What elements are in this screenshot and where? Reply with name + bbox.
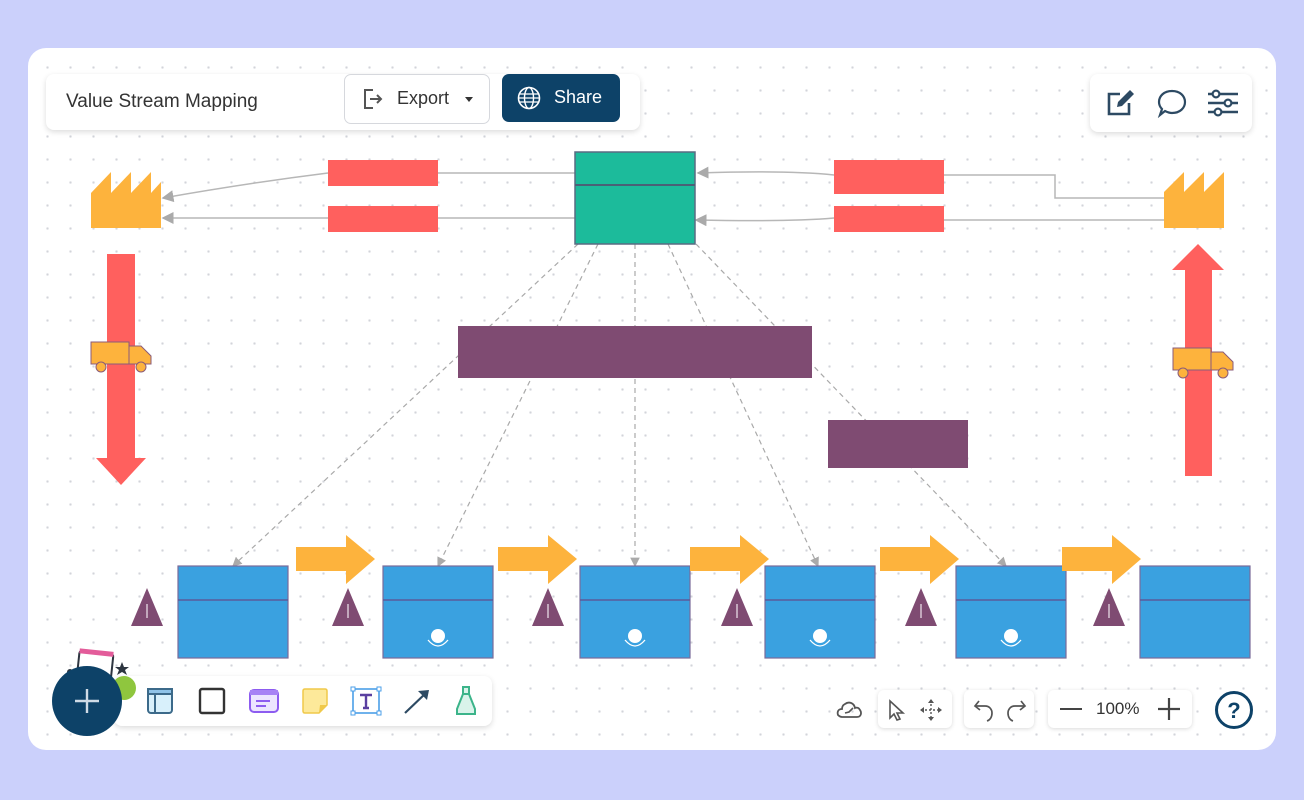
value-stream-diagram xyxy=(90,151,1251,659)
select-pan-group xyxy=(878,690,952,728)
settings-sliders-icon[interactable] xyxy=(1206,88,1240,123)
cloud-sync-icon[interactable] xyxy=(834,697,864,726)
process-box xyxy=(764,565,876,659)
zoom-level[interactable]: 100% xyxy=(1096,699,1139,719)
process-box xyxy=(955,565,1067,659)
shape-toolbar xyxy=(114,676,492,726)
right-toolbar xyxy=(1090,74,1252,132)
globe-icon xyxy=(516,85,542,116)
schedule-bar-secondary xyxy=(828,420,968,468)
share-button[interactable]: Share xyxy=(502,74,620,122)
connector-customer-kanban3 xyxy=(944,174,1164,199)
connector-kanban3-control xyxy=(696,166,835,179)
kanban-card-1 xyxy=(328,160,438,186)
svg-text:?: ? xyxy=(1227,698,1240,723)
factory-supplier-icon xyxy=(91,172,161,228)
text-tool-icon[interactable] xyxy=(350,686,382,721)
push-arrow-icon xyxy=(1062,535,1141,584)
operator-icon xyxy=(813,629,827,643)
process-row xyxy=(131,535,1251,659)
chevron-down-icon xyxy=(465,97,473,102)
push-arrow-icon xyxy=(296,535,375,584)
push-arrow-icon xyxy=(880,535,959,584)
arrow-tool-icon[interactable] xyxy=(402,687,432,720)
document-title[interactable]: Value Stream Mapping xyxy=(66,91,258,113)
container-tool-icon[interactable] xyxy=(146,687,174,720)
process-box xyxy=(579,565,691,659)
operator-icon xyxy=(431,629,445,643)
sticky-note-tool-icon[interactable] xyxy=(300,687,330,720)
process-box xyxy=(382,565,494,659)
rectangle-tool-icon[interactable] xyxy=(198,687,226,720)
operator-icon xyxy=(628,629,642,643)
card-tool-icon[interactable] xyxy=(248,688,280,719)
help-icon[interactable]: ? xyxy=(1214,690,1254,735)
export-icon xyxy=(361,87,383,116)
connector-kanban4-control xyxy=(694,214,835,227)
kanban-card-4 xyxy=(834,206,944,232)
pointer-select-icon[interactable] xyxy=(886,698,906,727)
add-button[interactable] xyxy=(52,666,122,736)
process-box xyxy=(1139,565,1251,659)
share-label: Share xyxy=(554,87,603,107)
pan-move-icon[interactable] xyxy=(918,697,944,728)
whiteboard-canvas[interactable]: Value Stream Mapping Export Share 100% ? xyxy=(28,48,1276,750)
schedule-bar-main xyxy=(458,326,812,378)
undo-icon[interactable] xyxy=(972,697,996,728)
production-control-box xyxy=(574,151,696,245)
history-group xyxy=(964,690,1034,728)
pen-tool-icon[interactable] xyxy=(454,685,478,722)
zoom-in-icon[interactable] xyxy=(1156,696,1182,727)
comment-icon[interactable] xyxy=(1156,88,1188,123)
push-arrow-icon xyxy=(498,535,577,584)
edit-icon[interactable] xyxy=(1104,88,1136,123)
export-label: Export xyxy=(397,88,450,108)
zoom-out-icon[interactable] xyxy=(1058,698,1084,725)
operator-icon xyxy=(1004,629,1018,643)
push-arrow-icon xyxy=(690,535,769,584)
redo-icon[interactable] xyxy=(1004,697,1028,728)
kanban-card-3 xyxy=(834,160,944,194)
kanban-card-2 xyxy=(328,206,438,232)
process-box xyxy=(177,565,289,659)
dashed-info-lines xyxy=(232,243,1007,568)
zoom-group: 100% xyxy=(1048,690,1192,728)
connector-kanban1-supplier xyxy=(161,172,329,203)
plus-icon xyxy=(75,689,99,713)
export-button[interactable]: Export xyxy=(344,74,490,124)
factory-customer-icon xyxy=(1164,172,1224,228)
